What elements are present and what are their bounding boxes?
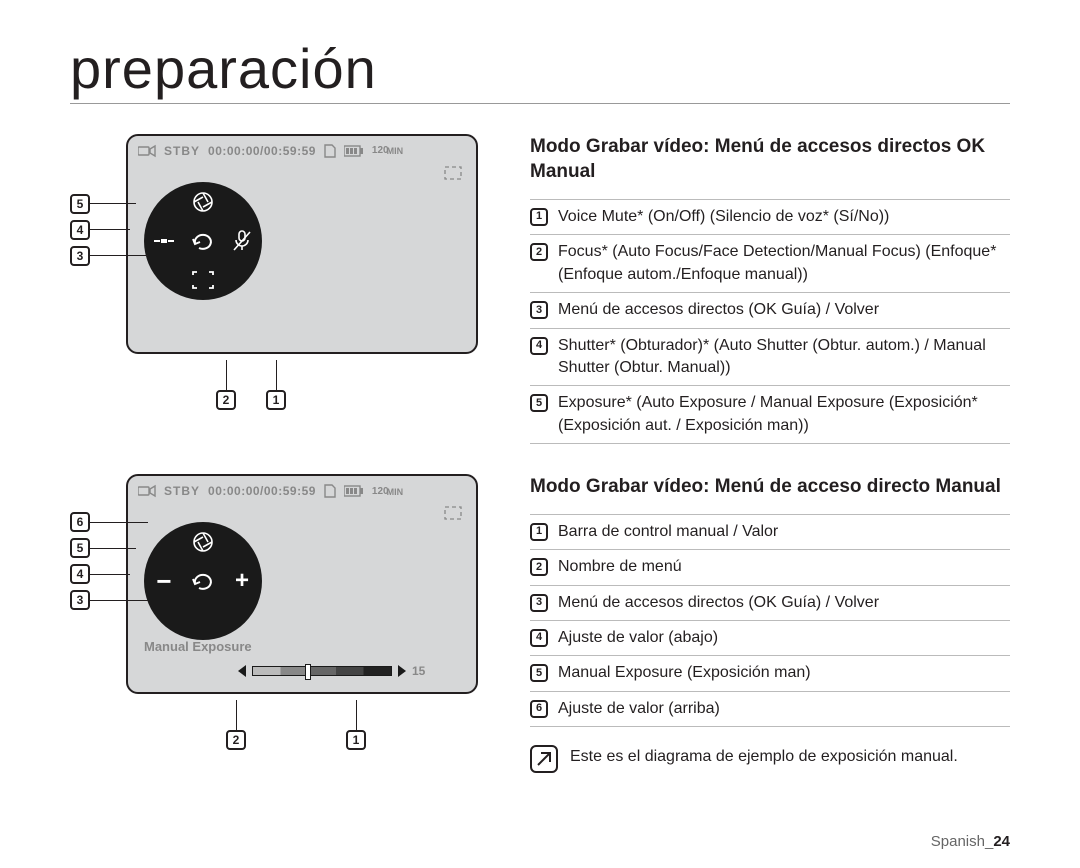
- focus-frame-icon: [444, 166, 462, 185]
- back-icon: [189, 567, 217, 595]
- mic-mute-icon: [228, 227, 256, 255]
- section-ok-manual: 5 4 3 STBY 00:00:00/00:59:59 120: [70, 134, 1010, 444]
- note-icon: [530, 745, 558, 773]
- list-item: Ajuste de valor (abajo): [558, 627, 718, 649]
- stby-label: STBY: [164, 484, 200, 498]
- control-dial: [144, 182, 262, 300]
- page-title: preparación: [70, 40, 1010, 104]
- callout-left-4b: 4: [70, 564, 90, 584]
- battery-icon: [344, 485, 364, 497]
- section2-list: 1Barra de control manual / Valor 2Nombre…: [530, 514, 1010, 727]
- list-item: Ajuste de valor (arriba): [558, 698, 720, 720]
- page-footer: Spanish_24: [931, 833, 1010, 850]
- triangle-left-icon: [238, 665, 246, 677]
- manual-exposure-label: Manual Exposure: [144, 639, 252, 654]
- triangle-right-icon: [398, 665, 406, 677]
- minus-icon: −: [150, 567, 178, 595]
- list-item: Nombre de menú: [558, 556, 682, 578]
- callout-bottom-1: 1: [266, 390, 286, 410]
- aperture-icon: [189, 528, 217, 556]
- minutes-badge: 120 MIN: [372, 145, 403, 156]
- timecode-label: 00:00:00/00:59:59: [208, 484, 316, 498]
- list-item: Menú de accesos directos (OK Guía) / Vol…: [558, 299, 879, 321]
- callout-left-6: 6: [70, 512, 90, 532]
- camcorder-icon: [138, 484, 156, 498]
- sdcard-icon: [324, 484, 336, 498]
- callout-left-5b: 5: [70, 538, 90, 558]
- shutter-icon: [150, 227, 178, 255]
- slider-value: 15: [412, 664, 425, 678]
- note: Este es el diagrama de ejemplo de exposi…: [530, 745, 1010, 773]
- camcorder-icon: [138, 144, 156, 158]
- list-item: Exposure* (Auto Exposure / Manual Exposu…: [558, 392, 1010, 437]
- plus-icon: +: [228, 567, 256, 595]
- section1-list: 1Voice Mute* (On/Off) (Silencio de voz* …: [530, 199, 1010, 444]
- section-manual: 6 5 4 3 STBY 00:00:00/00:59:59 120: [70, 474, 1010, 773]
- aperture-icon: [189, 188, 217, 216]
- list-item: Shutter* (Obturador)* (Auto Shutter (Obt…: [558, 335, 1010, 380]
- camera-lcd-screen-2: STBY 00:00:00/00:59:59 120 MIN: [126, 474, 478, 694]
- list-item: Menú de accesos directos (OK Guía) / Vol…: [558, 592, 879, 614]
- section1-heading: Modo Grabar vídeo: Menú de accesos direc…: [530, 134, 1010, 185]
- minutes-badge: 120 MIN: [372, 486, 403, 497]
- note-text: Este es el diagrama de ejemplo de exposi…: [570, 745, 958, 773]
- list-item: Manual Exposure (Exposición man): [558, 662, 811, 684]
- manual-value-slider: 15: [238, 664, 425, 678]
- stby-label: STBY: [164, 144, 200, 158]
- callout-left-3b: 3: [70, 590, 90, 610]
- list-item: Focus* (Auto Focus/Face Detection/Manual…: [558, 241, 1010, 286]
- callout-left-3: 3: [70, 246, 90, 266]
- timecode-label: 00:00:00/00:59:59: [208, 144, 316, 158]
- list-item: Barra de control manual / Valor: [558, 521, 778, 543]
- battery-icon: [344, 145, 364, 157]
- callout-bottom-2b: 2: [226, 730, 246, 750]
- sdcard-icon: [324, 144, 336, 158]
- callout-bottom-2: 2: [216, 390, 236, 410]
- focus-frame-icon: [444, 506, 462, 525]
- camera-lcd-screen: STBY 00:00:00/00:59:59 120 MIN: [126, 134, 478, 354]
- callout-left-5: 5: [70, 194, 90, 214]
- section2-heading: Modo Grabar vídeo: Menú de acceso direct…: [530, 474, 1010, 500]
- control-dial-2: − +: [144, 522, 262, 640]
- callout-bottom-1b: 1: [346, 730, 366, 750]
- focus-bracket-icon: [189, 266, 217, 294]
- list-item: Voice Mute* (On/Off) (Silencio de voz* (…: [558, 206, 889, 228]
- callout-left-4: 4: [70, 220, 90, 240]
- back-icon: [189, 227, 217, 255]
